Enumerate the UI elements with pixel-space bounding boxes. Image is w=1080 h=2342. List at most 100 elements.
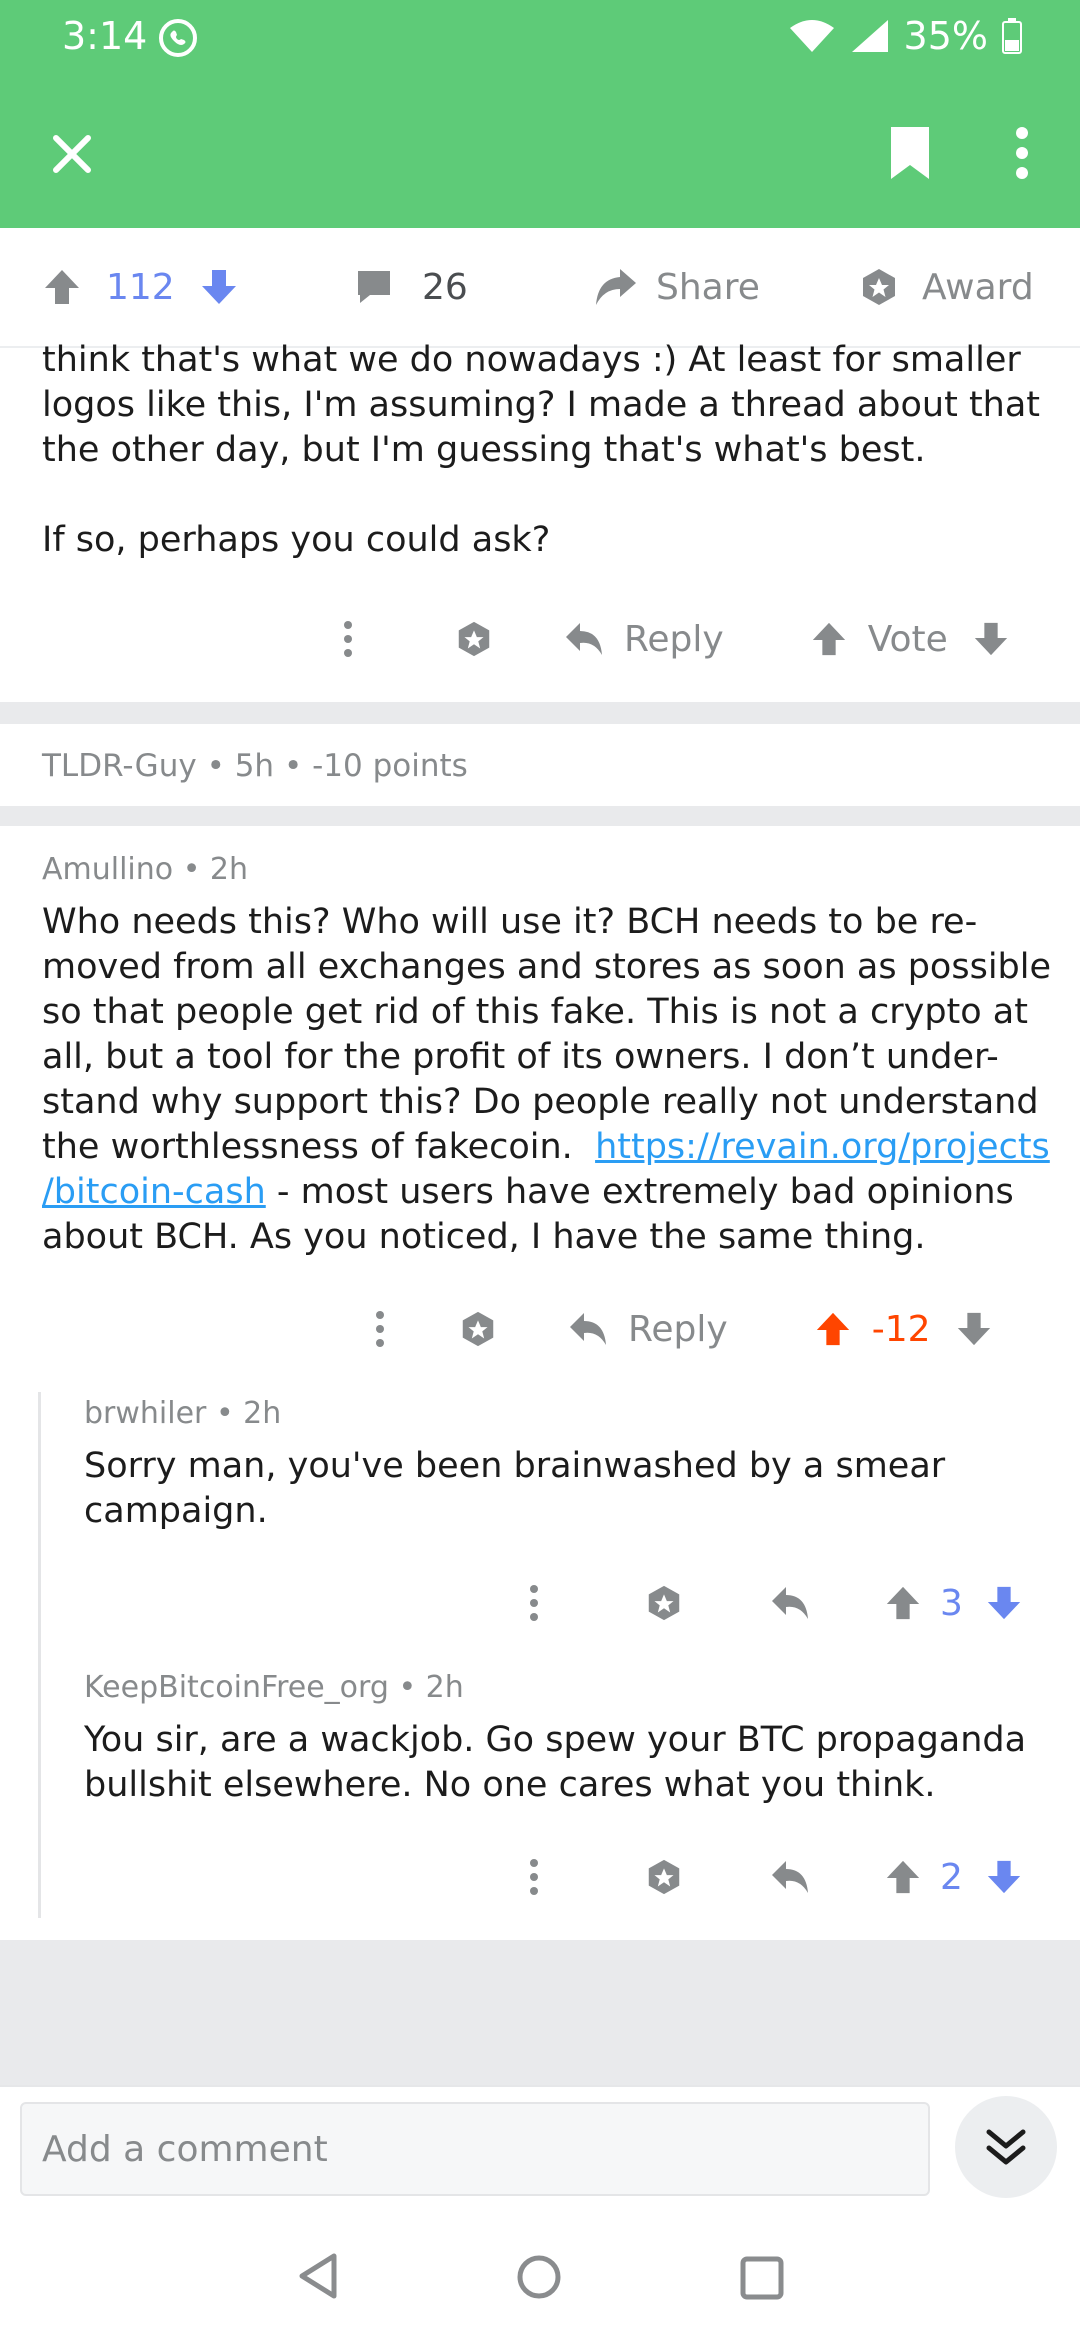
comment-author[interactable]: Amullino xyxy=(42,852,173,887)
more-options-icon[interactable] xyxy=(342,619,354,659)
downvote-icon[interactable] xyxy=(199,267,239,307)
downvote-icon[interactable] xyxy=(985,1584,1023,1622)
upvote-count: 112 xyxy=(106,266,175,308)
recents-nav-icon[interactable] xyxy=(740,2256,784,2304)
comment-line: bullshit elsewhere. No one cares what yo… xyxy=(84,1765,936,1805)
upvote-icon[interactable] xyxy=(884,1858,922,1896)
comments-button[interactable]: 26 xyxy=(354,228,468,346)
revain-link[interactable]: https://revain.org/projects xyxy=(595,1127,1050,1167)
upvote-icon[interactable] xyxy=(810,620,848,658)
award-icon[interactable] xyxy=(454,619,494,659)
share-label: Share xyxy=(656,266,760,308)
score: 3 xyxy=(940,1582,963,1624)
battery-percent: 35% xyxy=(903,14,988,58)
comment-line: think that's what we do nowadays :) At l… xyxy=(42,340,1021,380)
reply-actions: 3 xyxy=(528,1568,1023,1638)
reply-icon[interactable] xyxy=(770,1859,810,1895)
add-comment-input[interactable]: Add a comment xyxy=(20,2102,930,2196)
next-comment-button[interactable] xyxy=(955,2096,1057,2198)
comment-count: 26 xyxy=(422,266,468,308)
thread-line[interactable] xyxy=(38,1392,41,1918)
comment-actions: Reply -12 xyxy=(374,1294,993,1364)
comment-line: campaign. xyxy=(84,1491,268,1531)
award-icon[interactable] xyxy=(644,1583,684,1623)
signal-icon xyxy=(851,20,888,52)
revain-link-cont[interactable]: /bitcoin-cash xyxy=(42,1172,266,1212)
comment-points: -10 points xyxy=(312,748,468,784)
close-icon[interactable] xyxy=(46,128,98,180)
reply-button[interactable]: Reply xyxy=(568,1309,728,1350)
comment-text: the worthlessness of fakecoin. xyxy=(42,1127,573,1167)
score: -12 xyxy=(871,1308,931,1350)
comment-author[interactable]: KeepBitcoinFree_org xyxy=(84,1670,389,1705)
upvote-icon[interactable] xyxy=(42,267,82,307)
viber-icon xyxy=(156,16,200,64)
comment-line: stand why support this? Do people really… xyxy=(42,1082,1039,1122)
wifi-icon xyxy=(789,20,834,52)
more-options-icon[interactable] xyxy=(374,1309,386,1349)
section-divider xyxy=(0,806,1080,826)
comment-line-blank xyxy=(42,473,1062,518)
section-divider xyxy=(0,702,1080,724)
comment-age: 2h xyxy=(209,852,249,887)
comment-line: moved from all exchanges and stores as s… xyxy=(42,947,1052,987)
comment-line: the other day, but I'm guessing that's w… xyxy=(42,430,926,470)
vote-label: Vote xyxy=(867,618,948,660)
comment-line: so that people get rid of this fake. Thi… xyxy=(42,992,1028,1032)
award-icon xyxy=(863,269,895,305)
comment-author[interactable]: brwhiler xyxy=(84,1396,206,1431)
status-bar-right: 35% xyxy=(788,14,1022,58)
comment-line: logos like this, I'm assuming? I made a … xyxy=(42,385,1041,425)
overflow-menu-icon[interactable] xyxy=(1004,122,1040,184)
comment-body: Who needs this? Who will use it? BCH nee… xyxy=(42,900,1072,1260)
bookmark-icon[interactable] xyxy=(884,124,936,182)
more-options-icon[interactable] xyxy=(528,1583,540,1623)
more-options-icon[interactable] xyxy=(528,1857,540,1897)
partial-comment-actions: Reply Vote xyxy=(342,604,1010,674)
collapsed-comment[interactable]: TLDR-Guy • 5h • -10 points xyxy=(42,748,468,784)
home-nav-icon[interactable] xyxy=(516,2254,562,2304)
comment-line: all, but a tool for the profit of its ow… xyxy=(42,1037,999,1077)
add-comment-placeholder: Add a comment xyxy=(42,2128,328,2170)
reply-meta: brwhiler • 2h xyxy=(84,1396,282,1431)
reply-button[interactable]: Reply xyxy=(564,619,724,660)
reply-body: You sir, are a wackjob. Go spew your BTC… xyxy=(84,1718,1064,1808)
vote-control: 2 xyxy=(884,1857,1023,1898)
comment-line: If so, perhaps you could ask? xyxy=(42,520,551,560)
comment-age: 5h xyxy=(234,748,275,784)
award-icon[interactable] xyxy=(458,1309,498,1349)
reply-actions: 2 xyxy=(528,1842,1023,1912)
reply-icon xyxy=(566,623,602,655)
downvote-icon[interactable] xyxy=(972,620,1010,658)
back-nav-icon[interactable] xyxy=(296,2252,340,2304)
vote-control: -12 xyxy=(814,1309,993,1350)
reply-icon[interactable] xyxy=(770,1585,810,1621)
comment-age: 2h xyxy=(243,1396,282,1431)
downvote-icon[interactable] xyxy=(955,1310,993,1348)
comment-text: - most users have extremely bad opinions xyxy=(265,1172,1014,1212)
comment-line: /bitcoin-cash - most users have extremel… xyxy=(42,1170,1072,1215)
vote-control: 3 xyxy=(884,1583,1023,1624)
comment-line: about BCH. As you noticed, I have the sa… xyxy=(42,1217,926,1257)
comment-icon xyxy=(358,271,390,303)
downvote-icon[interactable] xyxy=(985,1858,1023,1896)
reply-icon xyxy=(570,1313,606,1345)
reply-label: Reply xyxy=(624,618,724,660)
share-button[interactable]: Share xyxy=(594,228,760,346)
comment-line: Who needs this? Who will use it? BCH nee… xyxy=(42,902,978,942)
award-label: Award xyxy=(922,266,1034,308)
comment-line: the worthlessness of fakecoin. https://r… xyxy=(42,1125,1072,1170)
comment-meta: Amullino • 2h xyxy=(42,852,249,887)
comment-age: 2h xyxy=(425,1670,464,1705)
upvote-icon[interactable] xyxy=(814,1310,852,1348)
upvote-icon[interactable] xyxy=(884,1584,922,1622)
double-chevron-down-icon xyxy=(986,2129,1026,2165)
status-time: 3:14 xyxy=(62,14,148,58)
battery-icon xyxy=(1002,18,1022,54)
upvote-group: 112 xyxy=(42,228,239,346)
award-icon[interactable] xyxy=(644,1857,684,1897)
comment-line: Sorry man, you've been brainwashed by a … xyxy=(84,1446,946,1486)
share-icon xyxy=(596,269,636,305)
award-button[interactable]: Award xyxy=(858,228,1034,346)
reply-body: Sorry man, you've been brainwashed by a … xyxy=(84,1444,1064,1534)
